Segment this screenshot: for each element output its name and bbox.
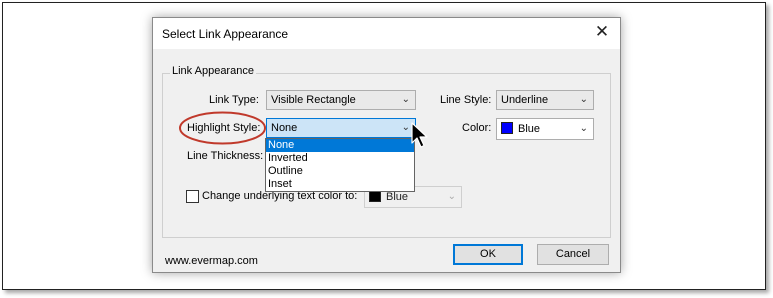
chevron-down-icon: ⌄ (447, 191, 456, 202)
text-color-value: Blue (386, 191, 409, 203)
link-type-value: Visible Rectangle (271, 94, 356, 106)
highlight-annotation-ellipse (179, 111, 266, 145)
link-type-label: Link Type: (209, 94, 259, 106)
chevron-down-icon: ⌄ (401, 122, 410, 133)
title-bar: Select Link Appearance ✕ (153, 18, 620, 49)
footer-url: www.evermap.com (165, 255, 258, 267)
line-style-value: Underline (501, 94, 549, 106)
chevron-down-icon: ⌄ (579, 123, 588, 134)
line-thickness-label: Line Thickness: (187, 150, 264, 162)
mouse-pointer-icon (411, 122, 428, 148)
option-inset[interactable]: Inset (266, 178, 414, 191)
ok-button[interactable]: OK (453, 244, 523, 265)
cancel-button[interactable]: Cancel (537, 244, 609, 265)
chevron-down-icon: ⌄ (401, 94, 410, 105)
line-style-label: Line Style: (440, 94, 492, 106)
link-type-select[interactable]: Visible Rectangle ⌄ (266, 90, 416, 110)
highlight-style-dropdown-list: None Inverted Outline Inset (265, 138, 415, 192)
option-inverted[interactable]: Inverted (266, 152, 414, 165)
group-title: Link Appearance (170, 65, 256, 77)
color-label: Color: (462, 122, 492, 134)
color-value: Blue (518, 123, 541, 135)
color-select[interactable]: Blue ⌄ (496, 118, 594, 140)
option-outline[interactable]: Outline (266, 165, 414, 178)
highlight-style-select[interactable]: None ⌄ (266, 118, 416, 138)
option-none[interactable]: None (266, 139, 414, 152)
dialog-title: Select Link Appearance (162, 27, 289, 41)
color-swatch (501, 122, 513, 135)
highlight-style-value: None (271, 122, 298, 134)
line-style-select[interactable]: Underline ⌄ (496, 90, 594, 110)
close-icon[interactable]: ✕ (592, 22, 612, 42)
change-text-color-checkbox[interactable] (186, 190, 199, 203)
chevron-down-icon: ⌄ (579, 94, 588, 105)
